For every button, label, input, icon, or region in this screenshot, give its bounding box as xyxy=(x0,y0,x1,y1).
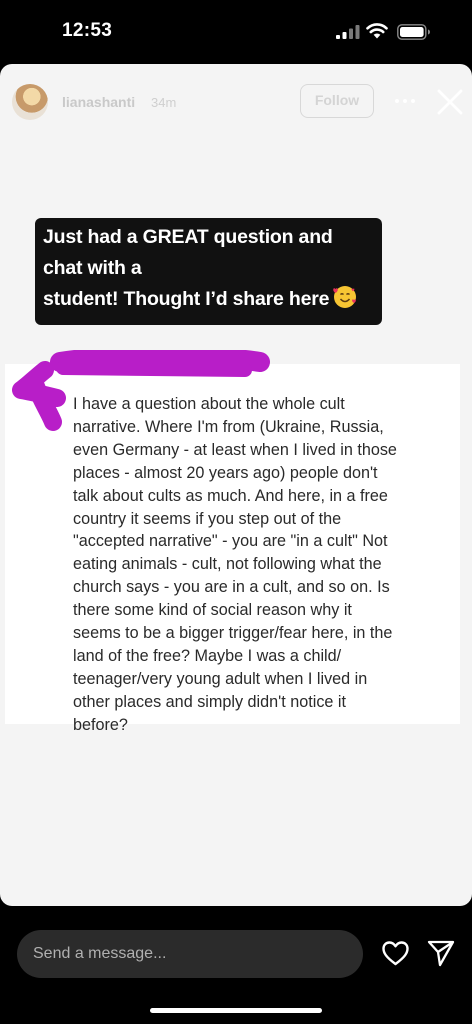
time-ago: 34m xyxy=(151,95,177,110)
avatar[interactable] xyxy=(12,84,48,120)
close-icon[interactable] xyxy=(436,88,464,116)
caption-line-1: Just had a GREAT question and chat with … xyxy=(43,226,333,279)
follow-button[interactable]: Follow xyxy=(300,84,374,118)
status-bar: 12:53 xyxy=(0,0,472,64)
send-icon[interactable] xyxy=(427,939,455,967)
more-dots-icon[interactable] xyxy=(394,90,416,112)
home-indicator[interactable] xyxy=(150,1008,322,1013)
battery-icon xyxy=(397,24,430,40)
story-caption: Just had a GREAT question and chat with … xyxy=(35,218,382,325)
story-header: lianashanti 34m Follow xyxy=(0,64,472,144)
send-message-input[interactable]: Send a message... xyxy=(17,930,363,978)
smiling-face-with-hearts-emoji xyxy=(333,285,357,319)
bottom-bar: Send a message... xyxy=(0,906,472,1024)
caption-line-2: student! Thought I’d share here xyxy=(43,284,374,319)
caption-line-2-text: student! Thought I’d share here xyxy=(43,288,330,310)
username[interactable]: lianashanti xyxy=(62,94,135,110)
question-text: I have a question about the whole cult n… xyxy=(73,395,397,734)
story-viewer[interactable]: lianashanti 34m Follow Just had a GREAT … xyxy=(0,64,472,906)
cellular-signal-icon xyxy=(336,25,360,39)
heart-icon[interactable] xyxy=(382,941,409,966)
status-time: 12:53 xyxy=(62,20,113,41)
wifi-icon xyxy=(366,23,388,39)
